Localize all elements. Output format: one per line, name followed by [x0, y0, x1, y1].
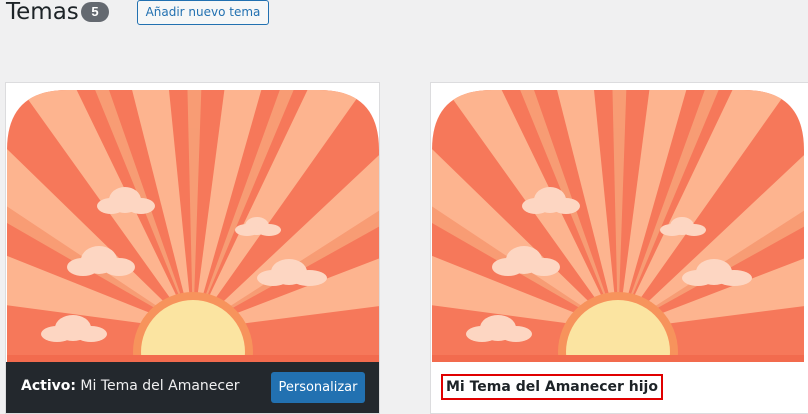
theme-screenshot-icon — [432, 90, 804, 362]
active-label: Activo: — [21, 378, 76, 394]
theme-screenshot-icon — [7, 90, 379, 362]
add-new-theme-button[interactable]: Añadir nuevo tema — [137, 0, 269, 25]
active-theme-name: Activo: Mi Tema del Amanecer — [21, 378, 239, 394]
theme-name: Mi Tema del Amanecer — [80, 378, 240, 394]
child-theme-footer: Mi Tema del Amanecer hijo — [431, 362, 808, 413]
theme-count-badge: 5 — [81, 2, 109, 22]
child-theme-name[interactable]: Mi Tema del Amanecer hijo — [441, 374, 663, 400]
theme-card-active[interactable]: Activo: Mi Tema del Amanecer Personaliza… — [5, 82, 380, 414]
page-header: Temas 5 Añadir nuevo tema — [0, 0, 808, 40]
page-title: Temas — [6, 0, 79, 25]
active-theme-footer: Activo: Mi Tema del Amanecer Personaliza… — [6, 362, 379, 413]
customize-button[interactable]: Personalizar — [271, 372, 365, 403]
theme-card-child[interactable]: Mi Tema del Amanecer hijo — [430, 82, 808, 414]
